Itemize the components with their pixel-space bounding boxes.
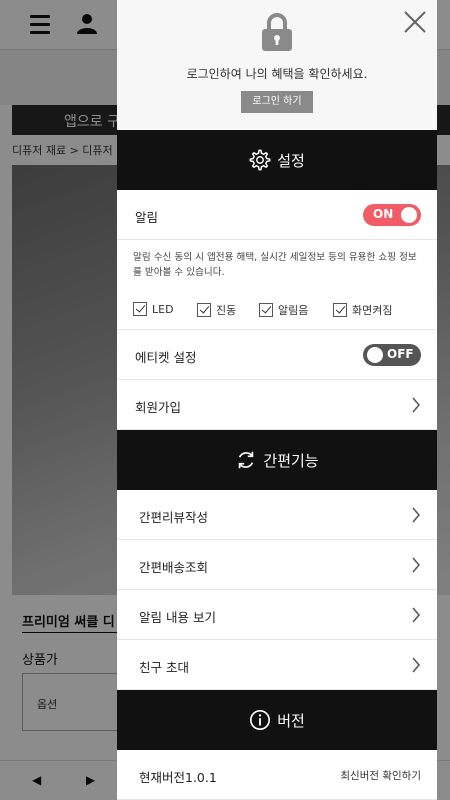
checkbox-vibration[interactable]: 진동 [197,302,236,318]
checkbox-checked-icon [197,303,211,317]
etiquette-label: 에티켓 설정 [135,350,197,365]
login-prompt-text: 로그인하여 나의 혜택을 확인하세요. [186,67,368,81]
quick-item-label: 알림 내용 보기 [139,610,216,625]
quick-delivery-row[interactable]: 간편배송조회 [117,540,437,590]
close-icon[interactable] [401,8,429,36]
checkbox-screen-on[interactable]: 화면켜짐 [333,302,392,318]
checkbox-led[interactable]: LED [133,302,174,316]
checkbox-label: 진동 [216,304,237,317]
toggle-on-text: ON [373,207,394,221]
toggle-off-text: OFF [387,347,414,361]
notification-options-row: 알림 수신 동의 시 앱전용 해택, 실시간 세일정보 등의 유용한 쇼핑 정보… [117,240,437,330]
quick-item-label: 친구 초대 [139,660,189,675]
quick-notifications-row[interactable]: 알림 내용 보기 [117,590,437,640]
notification-description: 알림 수신 동의 시 앱전용 해택, 실시간 세일정보 등의 유용한 쇼핑 정보… [133,252,417,278]
version-row: 현재버전1.0.1 최신버전 확인하기 [117,750,437,800]
settings-section-header: 설정 [117,130,437,190]
chevron-right-icon [412,507,420,523]
notification-toggle[interactable]: ON [363,204,421,226]
checkbox-checked-icon [259,303,273,317]
notification-label: 알림 [135,210,159,225]
info-icon [250,710,271,730]
settings-title: 설정 [277,151,305,170]
version-title: 버전 [277,711,305,730]
quick-review-row[interactable]: 간편리뷰작성 [117,490,437,540]
signup-row[interactable]: 회원가입 [117,380,437,430]
quick-invite-row[interactable]: 친구 초대 [117,640,437,690]
checkbox-label: LED [152,302,174,316]
checkbox-label: 화면켜짐 [352,304,393,317]
quick-functions-title: 간편기능 [263,451,319,470]
login-button[interactable]: 로그인 하기 [241,91,313,113]
quick-functions-section-header: 간편기능 [117,430,437,490]
etiquette-toggle[interactable]: OFF [363,344,421,366]
chevron-right-icon [412,397,420,413]
chevron-right-icon [412,557,420,573]
side-drawer: 로그인하여 나의 혜택을 확인하세요. 로그인 하기 설정 알림 ON 알림 수… [117,0,437,800]
version-section-header: 버전 [117,690,437,750]
checkbox-sound[interactable]: 알림음 [259,302,308,318]
chevron-right-icon [412,657,420,673]
toggle-knob [367,347,383,363]
etiquette-row: 에티켓 설정 OFF [117,330,437,380]
checkbox-checked-icon [333,303,347,317]
refresh-icon [239,451,254,469]
checkbox-checked-icon [133,302,147,316]
check-latest-version-link[interactable]: 최신버전 확인하기 [340,768,421,783]
chevron-right-icon [412,607,420,623]
checkbox-label: 알림음 [278,304,309,317]
login-area: 로그인하여 나의 혜택을 확인하세요. 로그인 하기 [117,0,437,130]
signup-label: 회원가입 [135,400,182,415]
current-version: 현재버전1.0.1 [139,770,217,785]
gear-icon [249,149,271,171]
lock-icon [261,12,293,56]
quick-item-label: 간편리뷰작성 [139,510,209,525]
quick-item-label: 간편배송조회 [139,560,209,575]
notification-row: 알림 ON [117,190,437,240]
toggle-knob [401,207,417,223]
